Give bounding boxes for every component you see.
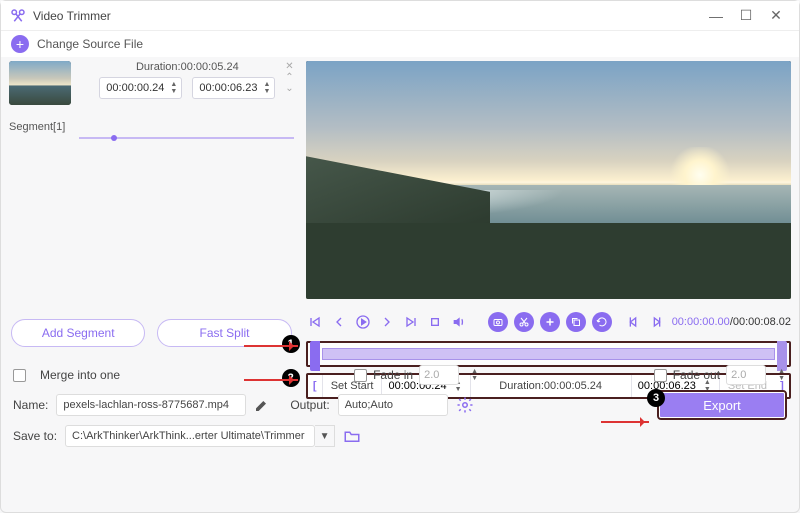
segment-duration-label: Duration:00:00:05.24 <box>81 61 294 73</box>
segment-panel: ✕ ⌃ ⌄ Duration:00:00:05.24 00:00:00.24 ▲… <box>1 57 302 355</box>
segment-end-value: 00:00:06.23 <box>199 82 257 94</box>
segment-end-input[interactable]: 00:00:06.23 ▲▼ <box>192 77 275 99</box>
playback-time: 00:00:00.00/00:00:08.02 <box>672 316 791 328</box>
segment-move-down-icon[interactable]: ⌄ <box>285 83 293 94</box>
output-settings-icon[interactable] <box>456 396 474 414</box>
fast-split-button[interactable]: Fast Split <box>157 319 291 347</box>
stop-icon[interactable] <box>426 313 444 331</box>
mark-out-icon[interactable] <box>648 313 666 331</box>
undo-icon[interactable] <box>592 312 612 332</box>
open-folder-icon[interactable] <box>343 427 361 445</box>
volume-icon[interactable] <box>450 313 468 331</box>
total-time: 00:00:08.02 <box>733 316 791 328</box>
name-input[interactable]: pexels-lachlan-ross-8775687.mp4 <box>56 394 246 416</box>
bottom-panel: Merge into one Fade in ▲▼ Fade out ▲▼ Na… <box>1 355 799 457</box>
spin-down-icon[interactable]: ▼ <box>469 375 480 382</box>
skip-end-icon[interactable] <box>402 313 420 331</box>
copy-icon[interactable] <box>566 312 586 332</box>
fade-out-checkbox[interactable] <box>654 369 667 382</box>
add-segment-button[interactable]: Add Segment <box>11 319 145 347</box>
titlebar: Video Trimmer — ☐ ✕ <box>1 1 799 31</box>
name-label: Name: <box>13 398 48 412</box>
name-value: pexels-lachlan-ross-8775687.mp4 <box>63 399 229 411</box>
playback-controls: 00:00:00.00/00:00:08.02 <box>306 307 791 337</box>
output-input[interactable]: Auto;Auto <box>338 394 448 416</box>
spin-down-icon[interactable]: ▼ <box>776 375 787 382</box>
fade-in-checkbox[interactable] <box>354 369 367 382</box>
video-preview[interactable] <box>306 61 791 299</box>
spin-up-icon[interactable]: ▲ <box>261 81 272 88</box>
toolbar: + Change Source File <box>1 31 799 57</box>
fade-in-input[interactable] <box>419 365 459 385</box>
arrow-1 <box>244 345 298 347</box>
output-label: Output: <box>290 398 329 412</box>
fade-out-label: Fade out <box>673 368 720 382</box>
merge-label: Merge into one <box>40 368 120 382</box>
save-path-input[interactable]: C:\ArkThinker\ArkThink...erter Ultimate\… <box>65 425 315 447</box>
merge-checkbox[interactable] <box>13 369 26 382</box>
segment-thumbnail[interactable] <box>9 61 71 105</box>
close-button[interactable]: ✕ <box>761 6 791 26</box>
export-button[interactable]: Export <box>657 390 787 420</box>
output-value: Auto;Auto <box>345 399 393 411</box>
next-frame-icon[interactable] <box>378 313 396 331</box>
play-icon[interactable] <box>354 313 372 331</box>
fade-in-label: Fade in <box>373 368 413 382</box>
mark-in-icon[interactable] <box>624 313 642 331</box>
current-time: 00:00:00.00 <box>672 316 730 328</box>
cut-icon[interactable] <box>514 312 534 332</box>
minimize-button[interactable]: — <box>701 6 731 26</box>
segment-close-icon[interactable]: ✕ <box>285 61 293 72</box>
prev-frame-icon[interactable] <box>330 313 348 331</box>
add-icon[interactable] <box>540 312 560 332</box>
segment-row[interactable]: ✕ ⌃ ⌄ Duration:00:00:05.24 00:00:00.24 ▲… <box>9 61 294 117</box>
add-source-icon[interactable]: + <box>11 35 29 53</box>
skip-start-icon[interactable] <box>306 313 324 331</box>
segment-progress-bar[interactable] <box>79 137 294 139</box>
app-logo-icon <box>9 7 27 25</box>
save-path-dropdown-icon[interactable]: ▼ <box>315 425 335 447</box>
segment-start-value: 00:00:00.24 <box>106 82 164 94</box>
edit-name-icon[interactable] <box>254 397 270 413</box>
segment-name: Segment[1] <box>9 121 294 133</box>
maximize-button[interactable]: ☐ <box>731 6 761 26</box>
spin-down-icon[interactable]: ▼ <box>261 88 272 95</box>
spin-up-icon[interactable]: ▲ <box>469 368 480 375</box>
callout-3: 3 <box>647 389 665 407</box>
segment-move-up-icon[interactable]: ⌃ <box>285 72 293 83</box>
preview-panel: 00:00:00.00/00:00:08.02 1 2 [ Set Start … <box>302 57 799 355</box>
spin-up-icon[interactable]: ▲ <box>168 81 179 88</box>
app-title: Video Trimmer <box>33 9 701 23</box>
save-path-value: C:\ArkThinker\ArkThink...erter Ultimate\… <box>72 430 304 442</box>
arrow-3 <box>601 421 649 423</box>
spin-down-icon[interactable]: ▼ <box>168 88 179 95</box>
spin-up-icon[interactable]: ▲ <box>776 368 787 375</box>
segment-start-input[interactable]: 00:00:00.24 ▲▼ <box>99 77 182 99</box>
save-to-label: Save to: <box>13 429 57 443</box>
snapshot-icon[interactable] <box>488 312 508 332</box>
fade-out-input[interactable] <box>726 365 766 385</box>
change-source-label[interactable]: Change Source File <box>37 37 143 51</box>
